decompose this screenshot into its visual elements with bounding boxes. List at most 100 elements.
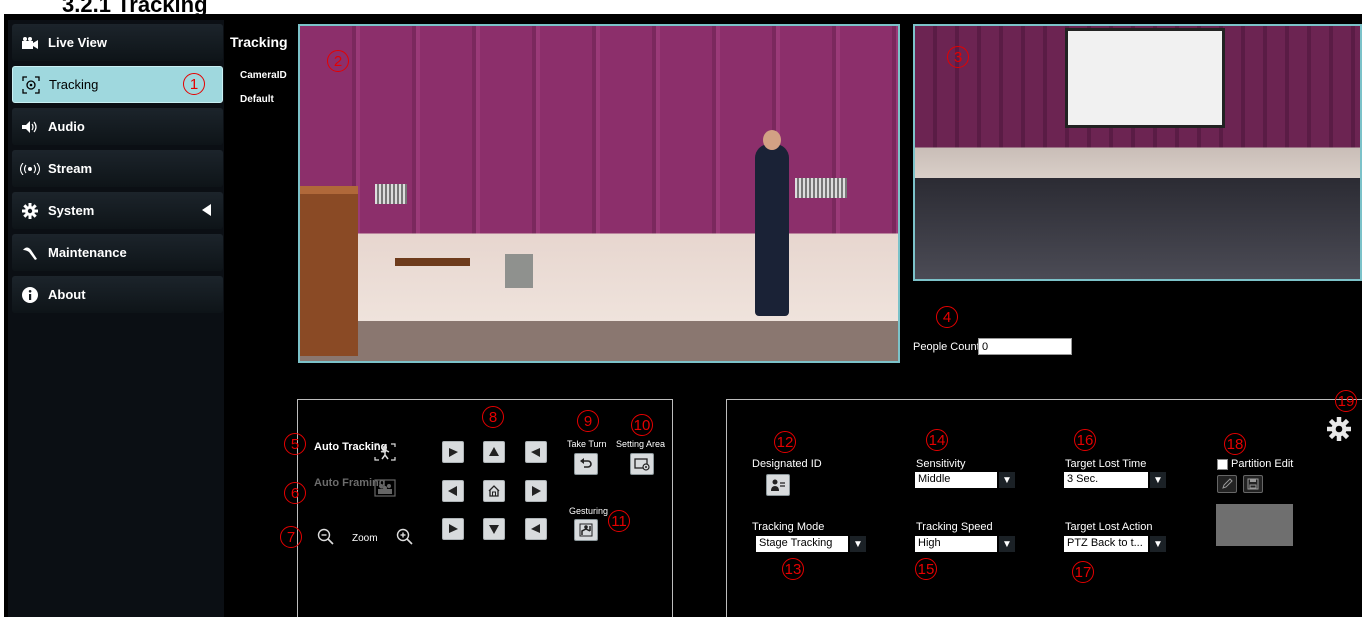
sensitivity-select[interactable]: Middle ▼ xyxy=(915,472,1015,488)
auto-tracking-button[interactable] xyxy=(373,441,397,463)
sidebar-item-label: Live View xyxy=(48,35,108,50)
presenter xyxy=(755,144,789,316)
presenter-head xyxy=(763,130,781,150)
sidebar-item-maintenance[interactable]: Maintenance xyxy=(12,234,223,271)
sidebar-item-system[interactable]: System xyxy=(12,192,223,229)
callout-marker-3: 3 xyxy=(947,46,969,68)
sidebar-item-label: Maintenance xyxy=(48,245,127,260)
callout-marker-18: 18 xyxy=(1224,433,1246,455)
wall-vent xyxy=(375,184,407,204)
main-video-view[interactable] xyxy=(298,24,900,363)
speaker-icon xyxy=(20,118,40,136)
chevron-down-icon: ▼ xyxy=(1150,472,1166,488)
edit-pencil-button[interactable] xyxy=(1217,475,1237,493)
tracking-mode-label: Tracking Mode xyxy=(752,521,825,533)
setting-area-label: Setting Area xyxy=(616,439,666,449)
take-turn-button[interactable] xyxy=(574,453,598,475)
chevron-down-icon: ▼ xyxy=(999,472,1015,488)
sidebar-item-about[interactable]: About xyxy=(12,276,223,313)
chevron-down-icon: ▼ xyxy=(999,536,1015,552)
camera-id-value: Default xyxy=(240,94,274,105)
pan-up-right-button[interactable] xyxy=(525,441,547,463)
sidebar-item-live-view[interactable]: Live View xyxy=(12,24,223,61)
sidebar-item-tracking[interactable]: Tracking 1 xyxy=(12,66,223,103)
chevron-down-icon: ▼ xyxy=(1150,536,1166,552)
take-turn-label: Take Turn xyxy=(567,439,607,449)
sidebar: Live View Tracking 1 Audio Stream System… xyxy=(8,20,224,617)
target-lost-action-label: Target Lost Action xyxy=(1065,521,1153,533)
pan-up-button[interactable] xyxy=(483,441,505,463)
auto-framing-button[interactable] xyxy=(373,477,397,499)
collapse-arrow-icon[interactable] xyxy=(202,204,211,216)
partition-preview[interactable] xyxy=(1216,504,1293,546)
pan-down-right-button[interactable] xyxy=(525,518,547,540)
pan-down-left-button[interactable] xyxy=(442,518,464,540)
page-title: Tracking xyxy=(230,34,288,50)
callout-marker-13: 13 xyxy=(782,558,804,580)
callout-marker-19: 19 xyxy=(1335,390,1357,412)
gear-icon xyxy=(20,202,40,220)
designated-id-button[interactable] xyxy=(766,474,790,496)
table xyxy=(395,258,470,266)
callout-marker-7: 7 xyxy=(280,526,302,548)
gesturing-button[interactable] xyxy=(574,519,598,541)
zoom-out-icon[interactable] xyxy=(314,526,338,548)
partition-edit-label: Partition Edit xyxy=(1231,458,1294,470)
tracking-mode-select[interactable]: Stage Tracking ▼ xyxy=(756,536,866,552)
camera-control-panel xyxy=(297,399,673,617)
callout-marker-1: 1 xyxy=(183,73,205,95)
sidebar-item-label: Tracking xyxy=(49,77,99,92)
callout-marker-2: 2 xyxy=(327,50,349,72)
chevron-down-icon: ▼ xyxy=(850,536,866,552)
pan-right-button[interactable] xyxy=(525,480,547,502)
people-count-label: People Count xyxy=(913,341,980,353)
callout-marker-17: 17 xyxy=(1072,561,1094,583)
pan-down-button[interactable] xyxy=(483,518,505,540)
stream-icon xyxy=(20,160,40,178)
designated-id-label: Designated ID xyxy=(752,458,822,470)
callout-marker-15: 15 xyxy=(915,558,937,580)
target-lost-action-select[interactable]: PTZ Back to t... ▼ xyxy=(1064,536,1166,552)
target-lost-time-select[interactable]: 3 Sec. ▼ xyxy=(1064,472,1166,488)
settings-gear-icon[interactable] xyxy=(1326,416,1352,442)
projection-screen xyxy=(1065,28,1225,128)
sensitivity-label: Sensitivity xyxy=(916,458,966,470)
camera-icon xyxy=(20,34,40,52)
wrench-icon xyxy=(20,244,40,262)
partition-edit-checkbox[interactable] xyxy=(1217,459,1228,470)
overview-video-view[interactable] xyxy=(913,24,1362,281)
tracking-icon xyxy=(21,75,41,94)
callout-marker-12: 12 xyxy=(774,431,796,453)
people-count-input[interactable] xyxy=(978,338,1072,355)
pan-left-button[interactable] xyxy=(442,480,464,502)
tracking-speed-label: Tracking Speed xyxy=(916,521,993,533)
home-button[interactable] xyxy=(483,480,505,502)
sidebar-item-label: Stream xyxy=(48,161,93,176)
sidebar-item-label: About xyxy=(48,287,86,302)
callout-marker-11: 11 xyxy=(608,510,630,532)
callout-marker-8: 8 xyxy=(482,406,504,428)
sidebar-item-stream[interactable]: Stream xyxy=(12,150,223,187)
wall-vent xyxy=(795,178,847,198)
pan-up-left-button[interactable] xyxy=(442,441,464,463)
zoom-in-icon[interactable] xyxy=(393,526,417,548)
callout-marker-10: 10 xyxy=(631,414,653,436)
sidebar-item-audio[interactable]: Audio xyxy=(12,108,223,145)
callout-marker-6: 6 xyxy=(284,482,306,504)
target-lost-time-label: Target Lost Time xyxy=(1065,458,1147,470)
podium xyxy=(300,186,358,356)
callout-marker-5: 5 xyxy=(284,433,306,455)
callout-marker-16: 16 xyxy=(1074,429,1096,451)
sidebar-item-label: Audio xyxy=(48,119,85,134)
setting-area-button[interactable] xyxy=(630,453,654,475)
callout-marker-4: 4 xyxy=(936,306,958,328)
sidebar-item-label: System xyxy=(48,203,95,218)
camera-id-label: CameraID xyxy=(240,70,287,81)
save-icon[interactable] xyxy=(1243,475,1263,493)
zoom-label: Zoom xyxy=(352,533,378,544)
stage-box xyxy=(505,254,533,288)
tracking-speed-select[interactable]: High ▼ xyxy=(915,536,1015,552)
gesturing-label: Gesturing xyxy=(569,506,609,516)
info-icon xyxy=(20,286,40,304)
callout-marker-9: 9 xyxy=(577,410,599,432)
